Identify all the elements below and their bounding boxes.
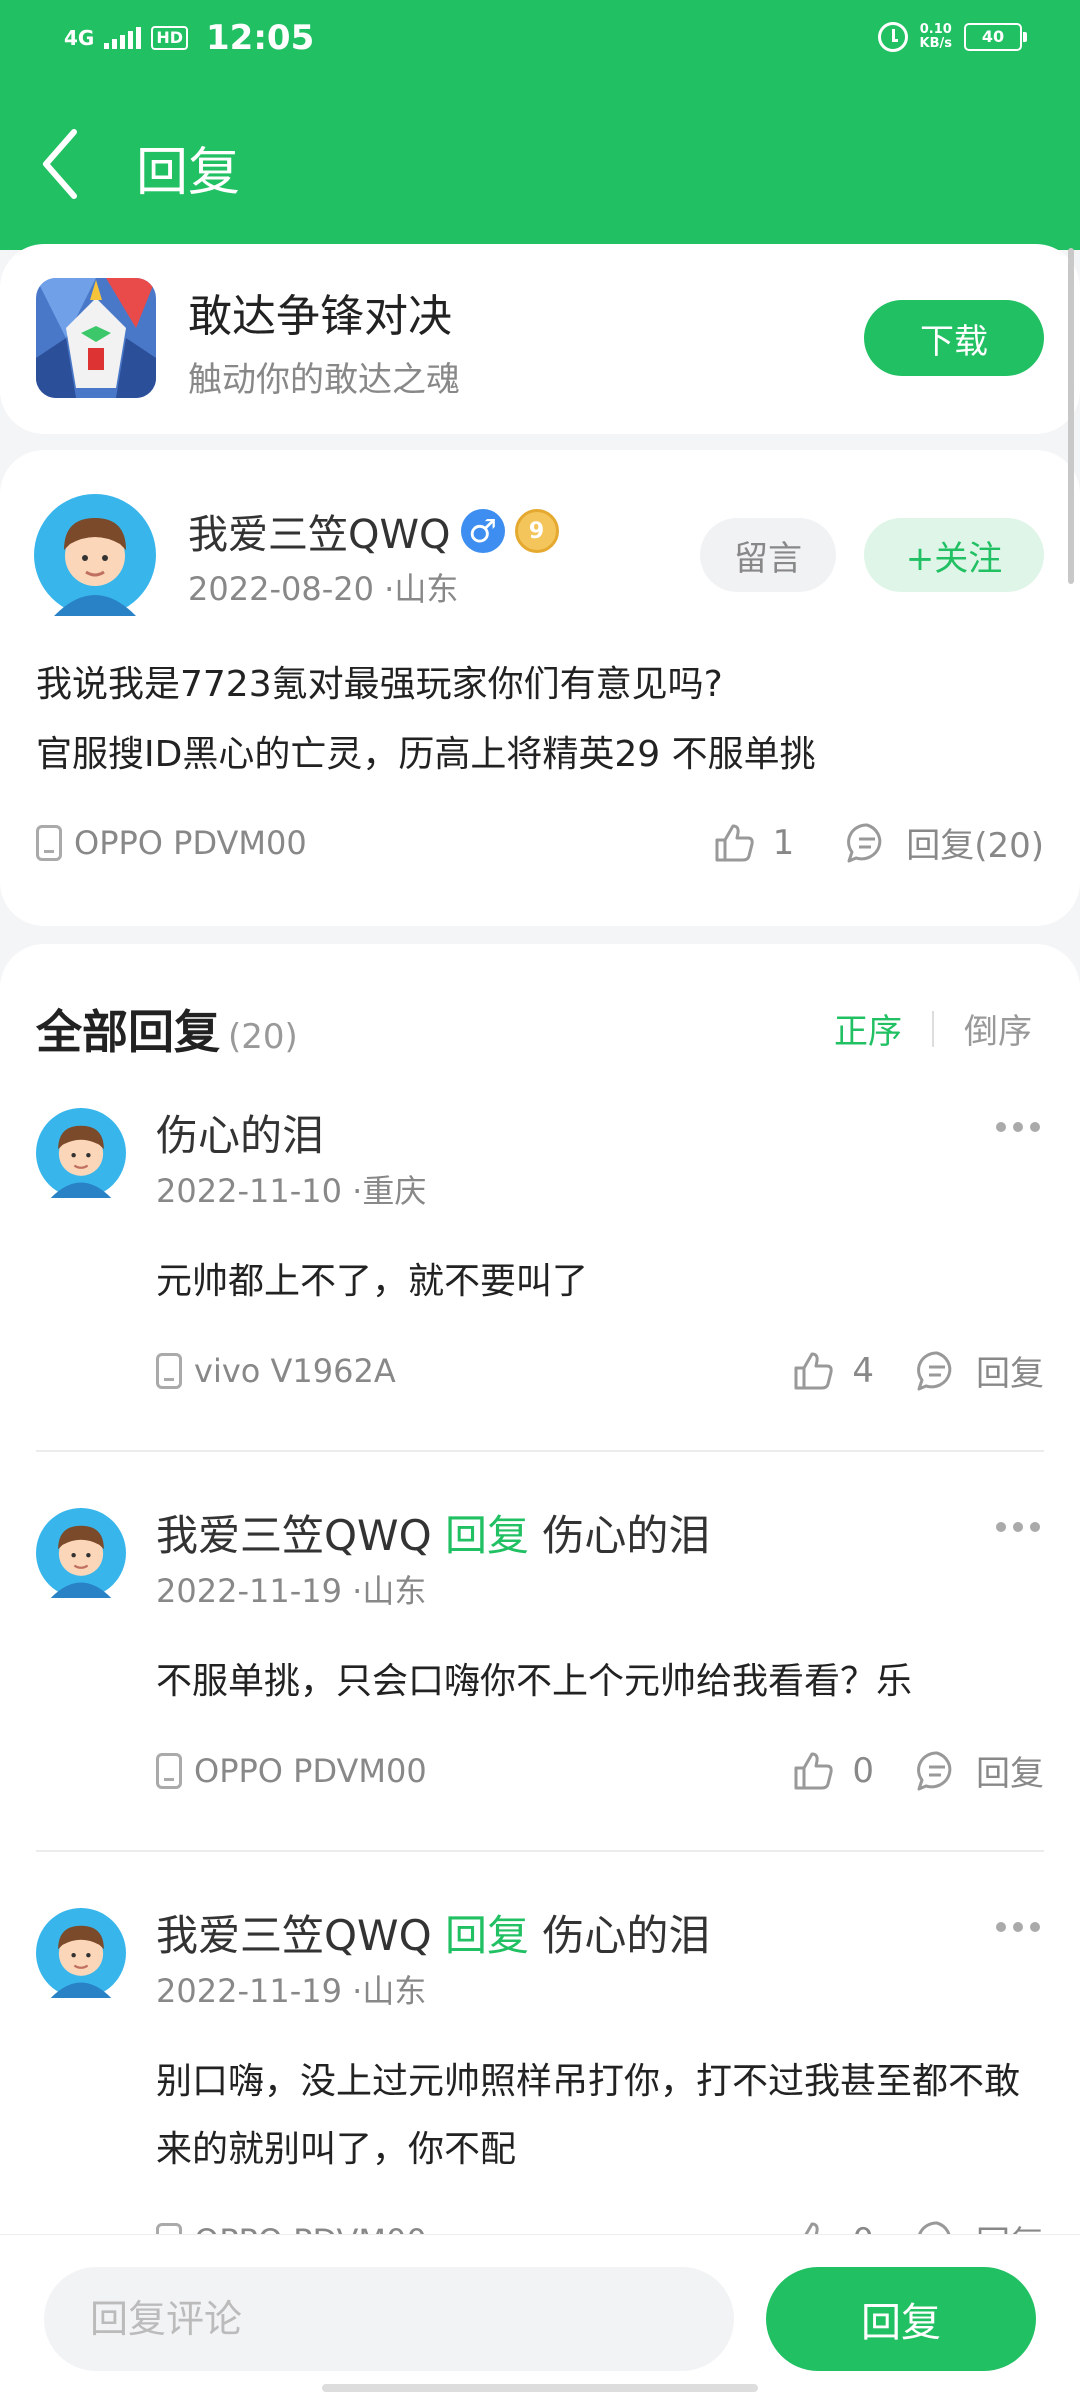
reply-button[interactable]: 回复 [976,1346,1044,1395]
hd-badge: HD [151,26,189,50]
divider [36,1850,1044,1852]
reply-item: 伤心的泪 2022-11-10 ·重庆 元帅都上不了，就不要叫了 vivo V1… [0,1108,1080,1468]
avatar[interactable] [36,1908,126,1998]
device-info: vivo V1962A [156,1352,396,1390]
reply-keyword: 回复 [445,1911,530,1960]
signal-icon [104,27,142,49]
sort-descending[interactable]: 倒序 [964,1004,1032,1053]
like-icon[interactable] [790,1348,836,1394]
phone-icon [156,1753,182,1789]
reply-text: 不服单挑，只会口嗨你不上个元帅给我看看？乐 [156,1661,913,1702]
message-button[interactable]: 留言 [700,518,836,592]
sort-toggle: 正序 倒序 [834,1004,1032,1053]
reply-meta: 2022-11-19 ·山东 [156,1972,427,2010]
post-actions: 1 回复(20) [711,818,1044,867]
replies-header: 全部回复 (20) [36,996,298,1062]
like-count: 0 [852,1750,874,1791]
reply-item: 我爱三笠QWQ 回复 伤心的泪 2022-11-19 ·山东 不服单挑，只会口嗨… [0,1508,1080,1868]
comment-icon[interactable] [914,1348,960,1394]
more-icon[interactable] [996,1522,1040,1536]
reply-meta: 2022-11-10 ·重庆 [156,1172,427,1210]
reply-text: 别口嗨，没上过元帅照样吊打你，打不过我甚至都不敢来的就别叫了，你不配 [156,2061,1021,2170]
reply-author[interactable]: 伤心的泪 [156,1111,324,1160]
reply-target[interactable]: 伤心的泪 [542,1911,710,1960]
male-icon: ♂ [460,509,505,553]
avatar[interactable] [36,1508,126,1598]
reply-bar: 回复 [0,2234,1080,2400]
download-button[interactable]: 下载 [864,300,1044,376]
divider [36,1450,1044,1452]
app-subtitle: 触动你的敢达之魂 [188,360,460,400]
reply-input[interactable] [44,2267,734,2371]
post-content: 我说我是7723氪对最强玩家你们有意见吗? 官服搜ID黑心的亡灵，历高上将精英2… [36,664,816,775]
level-medal-icon: 9 [514,509,559,553]
reply-button[interactable]: 回复 [976,1746,1044,1795]
chevron-left-icon [43,129,77,199]
phone-icon [36,825,62,861]
post-meta: 2022-08-20 ·山东 [188,570,459,608]
follow-button[interactable]: +关注 [864,518,1044,592]
like-count: 4 [852,1350,874,1391]
reply-actions: 0 回复 [790,1746,1044,1795]
reply-count-button[interactable]: 回复(20) [906,818,1044,867]
avatar[interactable] [36,1108,126,1198]
scrollbar[interactable] [1068,248,1074,584]
comment-icon[interactable] [914,1748,960,1794]
reply-target[interactable]: 伤心的泪 [542,1511,710,1560]
status-time: 12:05 [206,18,315,58]
replies-count: (20) [228,1017,298,1057]
reply-author-line: 我爱三笠QWQ 回复 伤心的泪 [156,1502,710,1563]
home-indicator[interactable] [322,2384,758,2392]
network-type: 4G [64,26,95,50]
comment-icon[interactable] [844,820,890,866]
like-icon[interactable] [790,1748,836,1794]
reply-author-line: 我爱三笠QWQ 回复 伤心的泪 [156,1902,710,1963]
like-icon[interactable] [711,820,757,866]
reply-actions: 4 回复 [790,1346,1044,1395]
app-promo-card[interactable]: 敢达争锋对决 触动你的敢达之魂 下载 [0,244,1080,434]
battery-icon: 40 [964,23,1027,51]
phone-icon [156,1353,182,1389]
replies-card: 全部回复 (20) 正序 倒序 伤心的泪 2022-11-10 ·重庆 元帅都上… [0,944,1080,2400]
send-reply-button[interactable]: 回复 [766,2267,1036,2371]
battery-level: 40 [981,27,1005,46]
author-name[interactable]: 我爱三笠QWQ [188,502,451,560]
reply-keyword: 回复 [445,1511,530,1560]
device-info: OPPO PDVM00 [36,824,307,862]
more-icon[interactable] [996,1922,1040,1936]
network-speed: 0.10 KB/s [919,22,952,51]
reply-text: 元帅都上不了，就不要叫了 [156,1261,589,1302]
app-title: 敢达争锋对决 [188,291,452,342]
like-count: 1 [772,822,795,863]
post-card: 我爱三笠QWQ ♂ 9 2022-08-20 ·山东 留言 +关注 我说我是77… [0,450,1080,926]
sort-divider [932,1010,934,1047]
device-info: OPPO PDVM00 [156,1752,427,1790]
sort-ascending[interactable]: 正序 [834,1004,902,1053]
more-icon[interactable] [996,1122,1040,1136]
replies-title: 全部回复 [36,1005,220,1059]
back-button[interactable] [36,124,86,204]
reply-meta: 2022-11-19 ·山东 [156,1572,427,1610]
post-author: 我爱三笠QWQ ♂ 9 [188,502,559,560]
page-title: 回复 [136,143,241,203]
avatar[interactable] [34,494,156,616]
reply-author[interactable]: 我爱三笠QWQ [156,1911,432,1960]
reply-author[interactable]: 我爱三笠QWQ [156,1511,432,1560]
reply-author-line: 伤心的泪 [156,1102,324,1163]
app-icon[interactable] [36,278,156,398]
alarm-icon [877,22,908,52]
status-bar: 4G HD 12:05 0.10 KB/s 40 [0,0,1080,84]
